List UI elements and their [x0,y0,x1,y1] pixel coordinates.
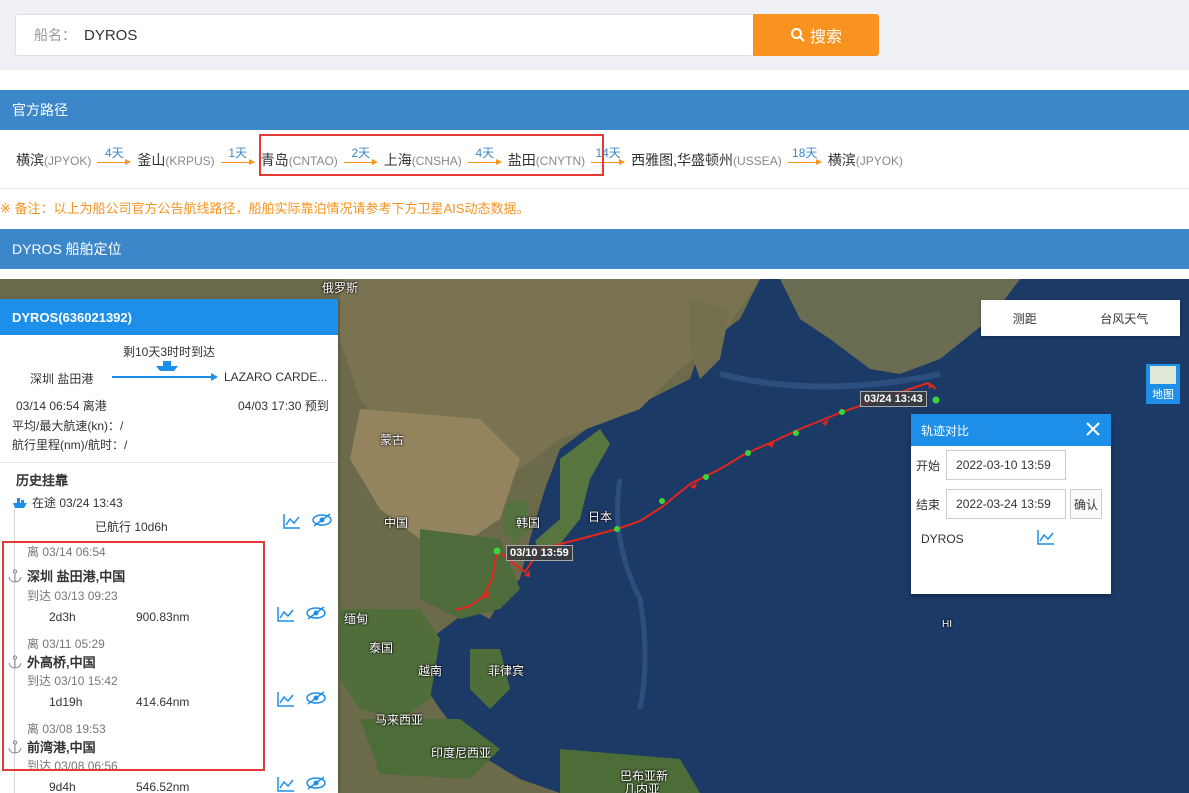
current-voyage: 在途 03/24 13:43 [12,494,123,511]
track-ship-name: DYROS [921,532,964,546]
history-highlight-box [2,541,265,771]
map-label-indonesia: 印度尼西亚 [431,746,492,760]
stop-duration: 9d4h [49,780,76,793]
track-compare-title: 轨迹对比 [921,423,970,438]
ship-name-search-input[interactable]: 船名： DYROS [15,14,755,56]
route-highlight-box [259,134,604,176]
arrow-icon [220,158,255,166]
from-port: 深圳 盐田港 [30,372,94,386]
start-time-input[interactable]: 2022-03-10 13:59 [946,450,1067,480]
chart-icon[interactable] [277,606,295,622]
route-leg: 18天 [787,146,822,166]
sailed-duration: 已航行 10d6h [95,520,168,534]
track-end-tag: 03/24 13:43 [860,391,927,407]
close-icon[interactable] [1085,421,1101,437]
map-label-mongolia: 蒙古 [380,433,405,447]
confirm-button[interactable]: 确认 [1070,489,1102,519]
voyage-arrow-icon [112,373,218,381]
map-label-japan: 日本 [588,510,613,524]
stop-distance: 546.52nm [136,780,190,793]
positioning-header: DYROS 船舶定位 [0,229,1189,269]
ship-small-icon [13,497,27,508]
map-toolbar: 测距 台风天气 [981,300,1180,336]
speed-info: 平均/最大航速(kn)：/ [12,419,124,433]
hide-track-icon[interactable] [305,606,327,620]
hide-track-icon[interactable] [311,513,333,527]
map-label-guinea: 几内亚 [624,782,661,793]
route-note: ※ 备注：以上为船公司官方公告航线路径，船舶实际靠泊情况请参考下方卫星AIS动态… [0,201,530,216]
arrival-time: 04/03 17:30 预到 [238,399,329,413]
ship-icon [156,361,178,371]
route-port: 釜山(KRPUS) [137,151,215,168]
map-switch-label: 地图 [1152,389,1174,401]
end-label: 结束 [916,497,941,512]
search-button[interactable]: 搜索 [753,14,879,56]
map-label-china: 中国 [384,516,409,530]
route-leg: 4天 [97,146,132,166]
eta-text: 剩10天3时时到达 [122,345,216,359]
end-time-input[interactable]: 2022-03-24 13:59 [946,489,1067,519]
chart-icon[interactable] [277,776,295,792]
track-compare-popup: 轨迹对比 开始 2022-03-10 13:59 结束 2022-03-24 1… [911,414,1111,594]
map-label-vietnam: 越南 [418,664,443,678]
chart-icon[interactable] [1037,529,1055,545]
search-icon [790,28,805,42]
search-area: 船名： DYROS 搜索 [0,0,1189,70]
official-route-header: 官方路径 [0,90,1189,130]
chart-icon[interactable] [277,691,295,707]
history-title: 历史挂靠 [16,473,69,488]
route-port: 西雅图,华盛顿州(USSEA) [631,151,782,168]
typhoon-weather-button[interactable]: 台风天气 [1100,310,1148,327]
measure-distance-button[interactable]: 测距 [1013,310,1037,327]
map-label-philippines: 菲律宾 [488,664,525,678]
departure-time: 03/14 06:54 离港 [16,399,107,413]
map-type-switch[interactable]: 地图 [1146,364,1180,404]
search-value: DYROS [84,26,138,44]
map-thumbnail-icon [1150,366,1176,384]
map-label-thailand: 泰国 [369,641,394,655]
route-port: 横滨(JPYOK) [827,151,904,168]
start-label: 开始 [916,458,941,473]
route-leg: 1天 [220,146,255,166]
hide-track-icon[interactable] [305,776,327,790]
row-actions [277,691,327,707]
track-start-tag: 03/10 13:59 [506,545,573,561]
row-actions [277,776,327,792]
ship-info-panel: DYROS(636021392) 剩10天3时时到达 深圳 盐田港 LAZARO… [0,299,338,793]
search-label: 船名： [34,27,76,43]
map-label-russia: 俄罗斯 [322,281,359,295]
hide-track-icon[interactable] [305,691,327,705]
row-actions [277,606,327,622]
map-label-hawaii: HI [942,619,952,630]
divider [0,462,338,463]
row-actions [283,513,333,529]
map-label-korea: 韩国 [516,516,541,530]
route-port: 横滨(JPYOK) [16,151,92,168]
arrow-icon [97,158,132,166]
map-label-malaysia: 马来西亚 [375,713,424,727]
search-button-label: 搜索 [809,29,842,46]
map-label-myanmar: 缅甸 [344,612,369,626]
chart-icon[interactable] [283,513,301,529]
arrow-icon [787,158,822,166]
mileage-info: 航行里程(nm)/航时：/ [12,438,128,452]
to-port: LAZARO CARDE... [224,370,328,384]
ship-title: DYROS(636021392) [0,299,338,335]
